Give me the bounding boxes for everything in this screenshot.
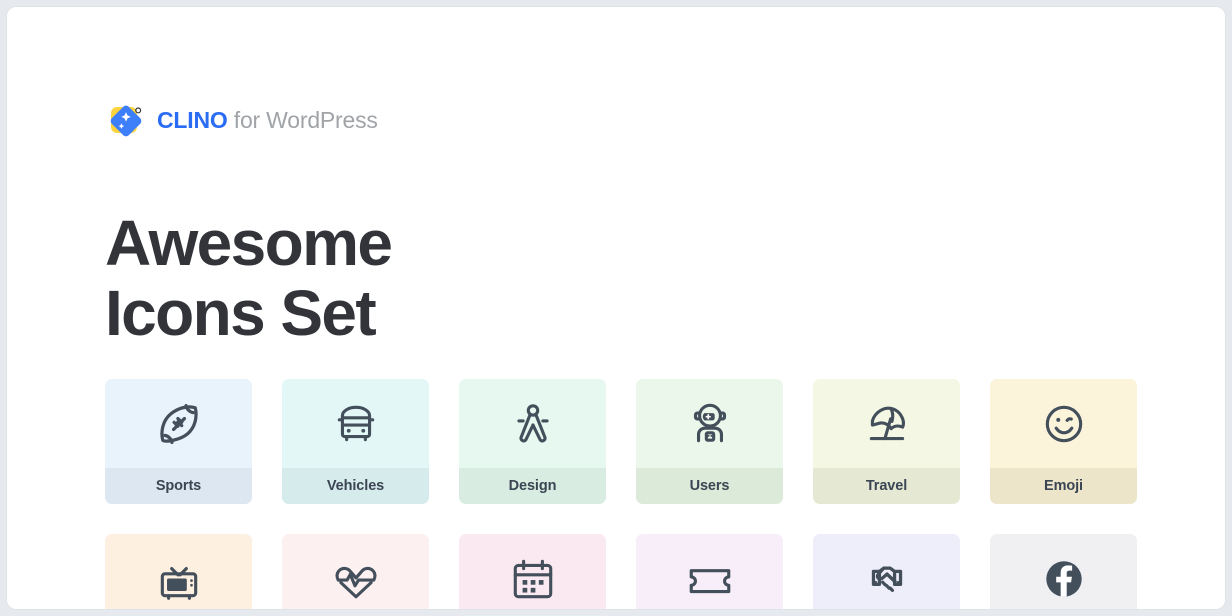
brand-suffix: for WordPress — [227, 106, 378, 133]
calendar-icon — [459, 534, 606, 609]
ticket-icon — [636, 534, 783, 609]
icon-category-label: Emoji — [990, 468, 1137, 504]
page-title-line-1: Awesome — [105, 206, 393, 279]
astronaut-icon — [636, 379, 783, 468]
icon-category-label: Users — [636, 468, 783, 504]
icon-category-card[interactable]: Users — [636, 379, 783, 504]
icon-category-grid: Sports Vehicles Design Users Travel Emoj… — [105, 379, 1137, 609]
television-icon — [105, 534, 252, 609]
brand-name: CLINO — [157, 106, 228, 133]
icon-category-card[interactable]: Travel — [813, 379, 960, 504]
icon-category-card[interactable] — [990, 534, 1137, 609]
bus-icon — [282, 379, 429, 468]
compass-icon — [459, 379, 606, 468]
brand-text: CLINO for WordPress — [157, 107, 378, 134]
icon-category-label: Vehicles — [282, 468, 429, 504]
icon-category-label: Design — [459, 468, 606, 504]
handshake-icon — [813, 534, 960, 609]
icon-category-card[interactable]: Design — [459, 379, 606, 504]
icon-category-card[interactable]: Emoji — [990, 379, 1137, 504]
page-title-line-2: Icons Set — [105, 276, 377, 349]
icon-category-card[interactable] — [813, 534, 960, 609]
page-title: Awesome Icons Set — [105, 208, 805, 348]
heart-pulse-icon — [282, 534, 429, 609]
icon-category-card[interactable]: Sports — [105, 379, 252, 504]
facebook-icon — [990, 534, 1137, 609]
poster-canvas: CLINO for WordPress Awesome Icons Set Sp… — [6, 6, 1226, 610]
beach-umbrella-icon — [813, 379, 960, 468]
icon-category-label: Travel — [813, 468, 960, 504]
icon-category-card[interactable] — [282, 534, 429, 609]
icon-category-card[interactable] — [105, 534, 252, 609]
icon-category-label: Sports — [105, 468, 252, 504]
wink-smiley-icon — [990, 379, 1137, 468]
icon-category-card[interactable] — [636, 534, 783, 609]
clino-diamond-logo-icon — [105, 99, 147, 141]
football-icon — [105, 379, 252, 468]
icon-category-card[interactable] — [459, 534, 606, 609]
icon-category-card[interactable]: Vehicles — [282, 379, 429, 504]
brand-lockup: CLINO for WordPress — [105, 99, 378, 141]
